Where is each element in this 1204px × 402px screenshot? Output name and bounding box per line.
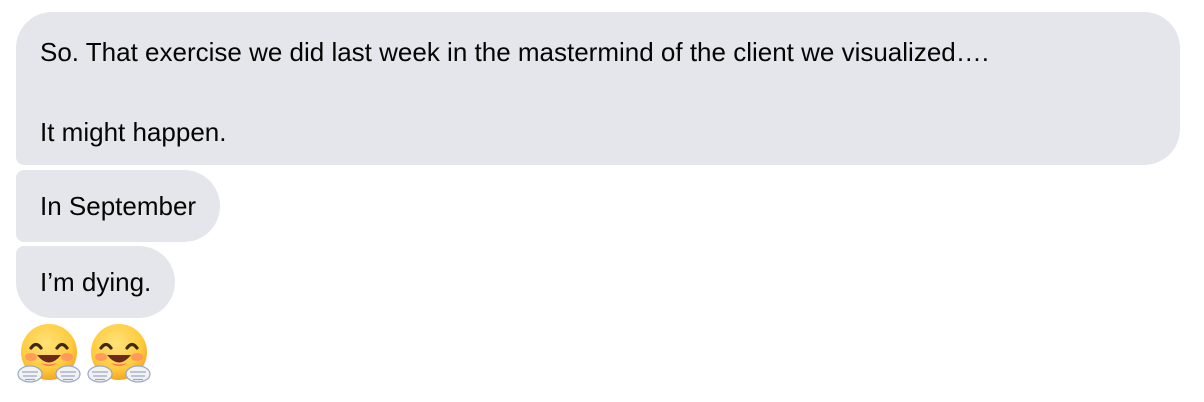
message-text: So. That exercise we did last week in th…	[40, 37, 989, 67]
message-bubble[interactable]: I’m dying.	[16, 246, 176, 318]
message-bubble[interactable]: In September	[16, 170, 221, 242]
message-text: It might happen.	[40, 117, 227, 147]
message-text: I’m dying.	[40, 267, 152, 297]
hugging-face-icon	[87, 324, 151, 383]
message-line-break	[40, 72, 1156, 112]
emoji-message[interactable]	[17, 322, 1186, 386]
hugging-face-icon	[17, 324, 81, 383]
message-text: In September	[40, 191, 197, 221]
message-thread: So. That exercise we did last week in th…	[16, 12, 1186, 386]
message-bubble[interactable]: So. That exercise we did last week in th…	[16, 12, 1180, 165]
